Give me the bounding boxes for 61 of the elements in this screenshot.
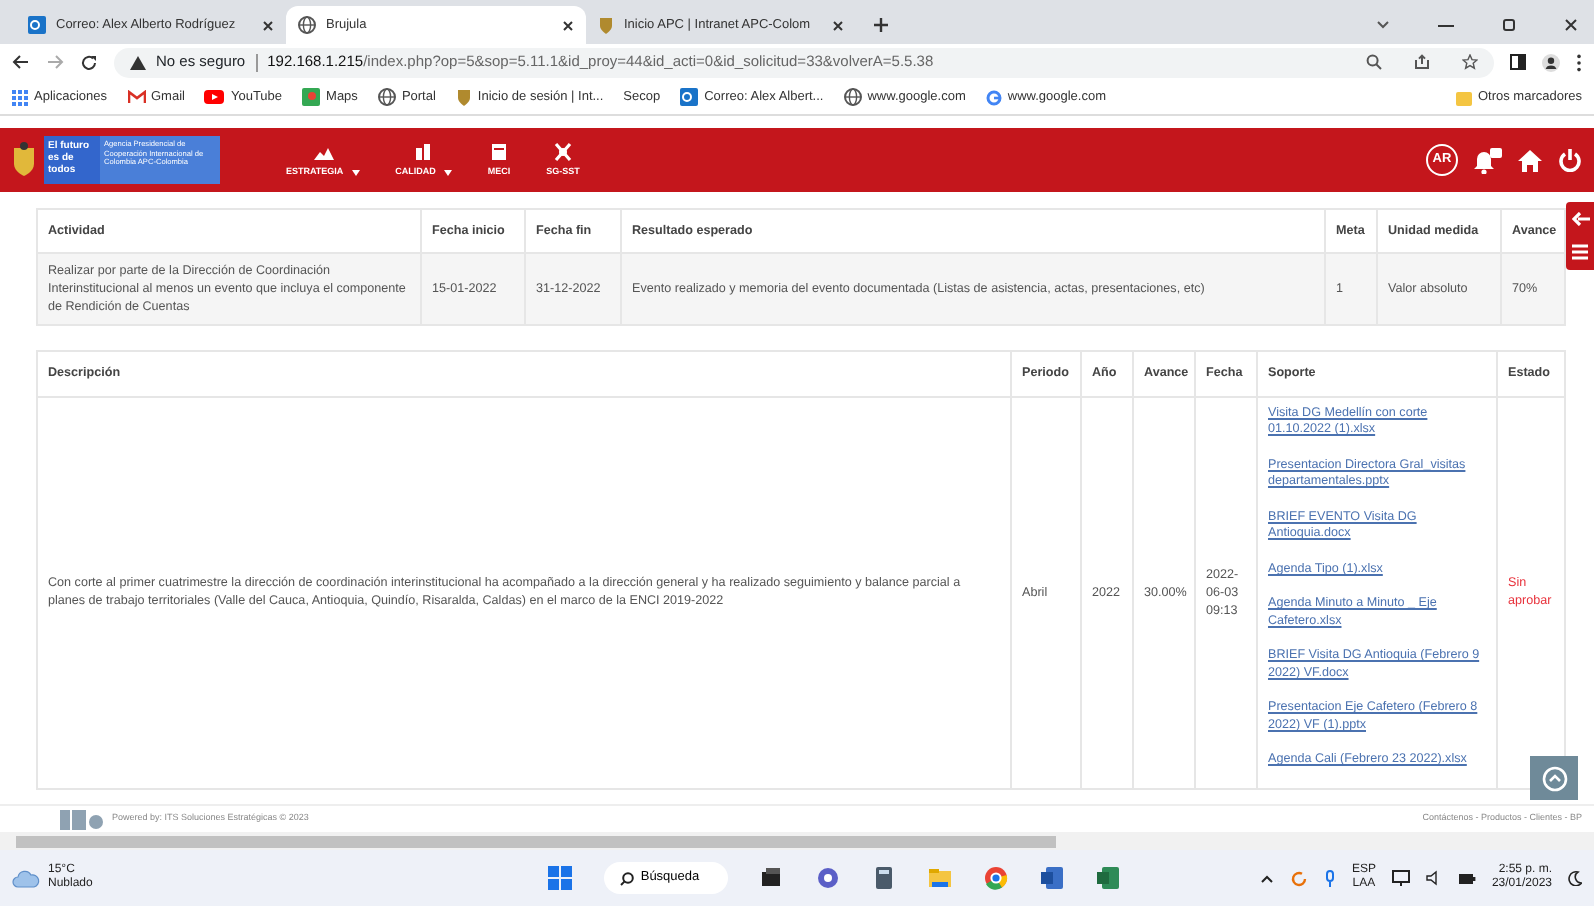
power-icon[interactable] [1558, 148, 1582, 172]
play-icon [204, 90, 225, 104]
its-logo-icon [60, 808, 104, 830]
sync-icon[interactable] [1289, 869, 1308, 887]
notification-bell-icon[interactable] [1474, 147, 1502, 173]
nav-icon [488, 141, 511, 162]
zoom-icon[interactable] [1366, 54, 1382, 70]
envelope-icon [127, 90, 145, 104]
chevron-down-icon[interactable] [1376, 20, 1390, 30]
speaker-icon[interactable] [1425, 870, 1442, 886]
globe-icon [298, 16, 316, 34]
back-arrow-icon[interactable] [12, 54, 30, 70]
minimize-icon[interactable] [1438, 23, 1454, 27]
close-icon[interactable] [562, 19, 574, 31]
nav-icon [552, 141, 575, 162]
search-icon [620, 871, 635, 885]
google-icon [985, 89, 1002, 105]
microphone-icon[interactable] [1323, 869, 1336, 887]
profile-icon[interactable] [1542, 53, 1560, 71]
apps-icon [12, 89, 28, 105]
chevron-up-icon[interactable] [1259, 873, 1274, 883]
cloud-icon [12, 869, 40, 887]
home-icon[interactable] [1518, 149, 1542, 171]
restore-icon[interactable] [1502, 18, 1516, 32]
calculator-icon[interactable] [871, 866, 896, 890]
scroll-to-top-button[interactable] [1530, 756, 1578, 800]
coat-of-arms-icon [12, 142, 36, 178]
file-explorer-icon[interactable] [759, 866, 784, 890]
menu-icon [1572, 244, 1588, 261]
side-panel-icon[interactable] [1510, 54, 1526, 70]
chevron-up-circle-icon [1541, 765, 1567, 791]
folder-icon [1455, 89, 1472, 105]
plus-icon[interactable] [872, 16, 890, 34]
shield-icon [598, 16, 614, 34]
map-pin-icon [302, 88, 321, 106]
mail-icon [28, 16, 46, 34]
chat-icon[interactable] [815, 866, 840, 890]
warning-icon [130, 55, 146, 69]
share-icon[interactable] [1414, 54, 1430, 70]
monitor-icon[interactable] [1391, 870, 1410, 886]
excel-icon[interactable] [1095, 866, 1120, 890]
kebab-menu-icon[interactable] [1576, 53, 1582, 71]
nav-icon [412, 141, 435, 162]
shield-icon [455, 88, 472, 106]
chrome-icon[interactable] [983, 866, 1008, 890]
globe-icon [377, 88, 396, 106]
folder-icon[interactable] [927, 866, 952, 890]
close-icon[interactable] [262, 19, 274, 31]
star-icon[interactable] [1462, 54, 1478, 70]
moon-icon[interactable] [1568, 870, 1582, 886]
close-icon[interactable] [1564, 18, 1578, 32]
side-panel-toggle[interactable] [1566, 202, 1594, 270]
start-icon[interactable] [548, 866, 573, 890]
battery-icon[interactable] [1457, 871, 1476, 885]
close-icon[interactable] [832, 19, 844, 31]
mail-icon [680, 88, 699, 106]
globe-icon [843, 88, 862, 106]
horizontal-scrollbar[interactable] [0, 832, 1594, 850]
reload-icon[interactable] [80, 53, 98, 71]
word-icon[interactable] [1039, 866, 1064, 890]
left-arrow-icon [1571, 211, 1589, 226]
